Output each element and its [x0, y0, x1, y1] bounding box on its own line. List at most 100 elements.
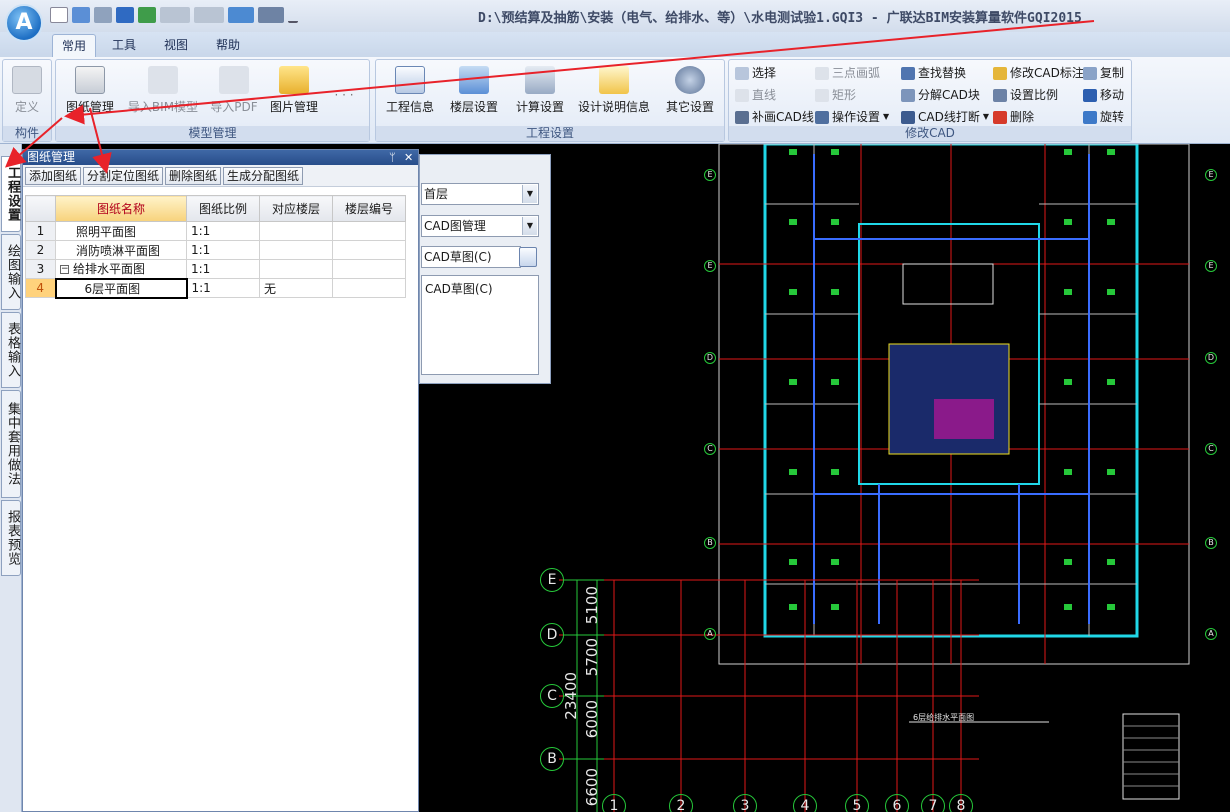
floor-number-cell[interactable]: [332, 259, 406, 279]
drawing-name-cell[interactable]: 照明平面图: [55, 221, 187, 241]
floor-number-cell[interactable]: [332, 221, 406, 241]
redo-icon[interactable]: [194, 7, 224, 23]
three-point-arc-button[interactable]: 三点画弧: [815, 64, 880, 82]
edit-document-icon: [599, 66, 629, 94]
side-tab-report-preview[interactable]: 报表预览: [1, 500, 21, 576]
column-drawing-scale[interactable]: 图纸比例: [186, 195, 260, 222]
column-drawing-name[interactable]: 图纸名称: [55, 195, 187, 222]
table-row[interactable]: 2 消防喷淋平面图 1:1: [25, 240, 406, 260]
floor-select[interactable]: 首层 ▼: [421, 183, 539, 205]
rotate-icon: [1083, 110, 1097, 124]
line-icon: [735, 88, 749, 102]
side-tab-project-settings[interactable]: 工程设置: [1, 156, 21, 232]
ribbon-tabs: 常用 工具 视图 帮助: [0, 32, 1230, 57]
drawing-scale-cell[interactable]: 1:1: [186, 259, 260, 279]
drawing-scale-cell[interactable]: 1:1: [186, 278, 260, 298]
panel-title: 图纸管理: [27, 150, 76, 164]
set-scale-button[interactable]: 设置比例: [993, 86, 1058, 104]
axis-bubble-3: 3: [733, 794, 757, 812]
column-floor[interactable]: 对应楼层: [259, 195, 333, 222]
customize-qat-icon[interactable]: [288, 7, 298, 23]
cad-sketch-list[interactable]: CAD草图(C): [421, 275, 539, 375]
add-drawing-button[interactable]: 添加图纸: [25, 166, 82, 185]
font-icon[interactable]: [116, 7, 134, 23]
cad-management-select[interactable]: CAD图管理 ▼: [421, 215, 539, 237]
design-notes-button[interactable]: 设计说明信息: [576, 66, 652, 118]
calc-settings-button[interactable]: 计算设置: [510, 66, 570, 118]
chevron-down-icon: ▼: [883, 112, 890, 121]
side-tab-table-input[interactable]: 表格输入: [1, 312, 21, 388]
drawing-management-button[interactable]: 图纸管理: [62, 66, 118, 118]
drawing-management-icon: [75, 66, 105, 94]
axis-bubble-b: B: [540, 747, 564, 771]
copy-button[interactable]: 复制: [1083, 64, 1124, 82]
explode-cad-block-button[interactable]: 分解CAD块: [901, 86, 980, 104]
drawing-name-cell[interactable]: 消防喷淋平面图: [55, 240, 187, 260]
select-button[interactable]: 选择: [735, 64, 776, 82]
drawing-name-cell[interactable]: − 给排水平面图: [55, 259, 187, 279]
table-row[interactable]: 4 6层平面图 1:1 无: [25, 277, 406, 299]
open-file-icon[interactable]: [72, 7, 90, 23]
other-settings-button[interactable]: 其它设置: [660, 66, 720, 118]
break-cad-line-button[interactable]: CAD线打断 ▼: [901, 108, 989, 126]
row-index: 1: [25, 221, 56, 241]
floor-number-cell[interactable]: [332, 240, 406, 260]
refresh-icon[interactable]: [228, 7, 254, 23]
operation-settings-button[interactable]: 操作设置 ▼: [815, 108, 889, 126]
app-logo-icon[interactable]: A: [5, 4, 43, 42]
tab-common[interactable]: 常用: [52, 34, 96, 57]
rectangle-icon: [815, 88, 829, 102]
chevron-down-icon[interactable]: ▼: [522, 217, 537, 235]
axis-bubble-5: 5: [845, 794, 869, 812]
drawing-scale-cell[interactable]: 1:1: [186, 240, 260, 260]
rotate-button[interactable]: 旋转: [1083, 108, 1124, 126]
window-icon[interactable]: [258, 7, 284, 23]
line-button[interactable]: 直线: [735, 86, 776, 104]
pin-icon[interactable]: ᛘ: [389, 150, 396, 165]
undo-icon[interactable]: [160, 7, 190, 23]
modify-cad-label-button[interactable]: 修改CAD标注: [993, 64, 1084, 82]
split-locate-drawing-button[interactable]: 分割定位图纸: [83, 166, 164, 185]
picture-management-button[interactable]: 图片管理: [266, 66, 322, 118]
project-info-button[interactable]: 工程信息: [382, 66, 438, 118]
tab-tools[interactable]: 工具: [104, 34, 144, 57]
drawing-name-cell[interactable]: 6层平面图: [54, 277, 188, 299]
column-floor-number[interactable]: 楼层编号: [332, 195, 406, 222]
define-button[interactable]: 定义: [5, 66, 49, 118]
drawing-scale-cell[interactable]: 1:1: [186, 221, 260, 241]
rectangle-button[interactable]: 矩形: [815, 86, 856, 104]
floor-cell[interactable]: [259, 221, 333, 241]
close-icon[interactable]: ✕: [404, 150, 413, 165]
clipboard-icon[interactable]: [519, 247, 537, 267]
chevron-down-icon: ▼: [982, 112, 989, 121]
floor-cell[interactable]: [259, 240, 333, 260]
window-title: D:\预结算及抽筋\安装（电气、给排水、等）\水电测试验1.GQI3 - 广联达…: [478, 11, 1082, 26]
move-button[interactable]: 移动: [1083, 86, 1124, 104]
tab-help[interactable]: 帮助: [208, 34, 248, 57]
collapse-icon[interactable]: −: [60, 265, 69, 275]
floor-cell[interactable]: 无: [259, 278, 333, 298]
save-icon[interactable]: [94, 7, 112, 23]
table-row[interactable]: 3 − 给排水平面图 1:1: [25, 259, 406, 279]
cad-sketch-field[interactable]: CAD草图(C): [421, 246, 521, 268]
import-bim-button[interactable]: 导入BIM模型: [126, 66, 200, 118]
delete-button[interactable]: 删除: [993, 108, 1034, 126]
tab-view[interactable]: 视图: [156, 34, 196, 57]
new-file-icon[interactable]: [50, 7, 68, 23]
find-replace-button[interactable]: 查找替换: [901, 64, 966, 82]
delete-drawing-button[interactable]: 删除图纸: [165, 166, 222, 185]
floor-number-cell[interactable]: [332, 278, 406, 298]
floor-cell[interactable]: [259, 259, 333, 279]
generate-allocated-drawing-button[interactable]: 生成分配图纸: [223, 166, 304, 185]
floor-settings-button[interactable]: 楼层设置: [446, 66, 502, 118]
chevron-down-icon[interactable]: ▼: [522, 185, 537, 203]
side-tab-drawing-input[interactable]: 绘图输入: [1, 234, 21, 310]
import-icon[interactable]: [138, 7, 156, 23]
side-tab-apply-method[interactable]: 集中套用做法: [1, 390, 21, 498]
table-row[interactable]: 1 照明平面图 1:1: [25, 221, 406, 241]
supplement-cad-line-button[interactable]: 补画CAD线: [735, 108, 814, 126]
list-item[interactable]: CAD草图(C): [425, 280, 535, 297]
row-index: 4: [25, 278, 56, 298]
find-replace-icon: [901, 66, 915, 80]
import-pdf-button[interactable]: 导入PDF: [206, 66, 262, 118]
